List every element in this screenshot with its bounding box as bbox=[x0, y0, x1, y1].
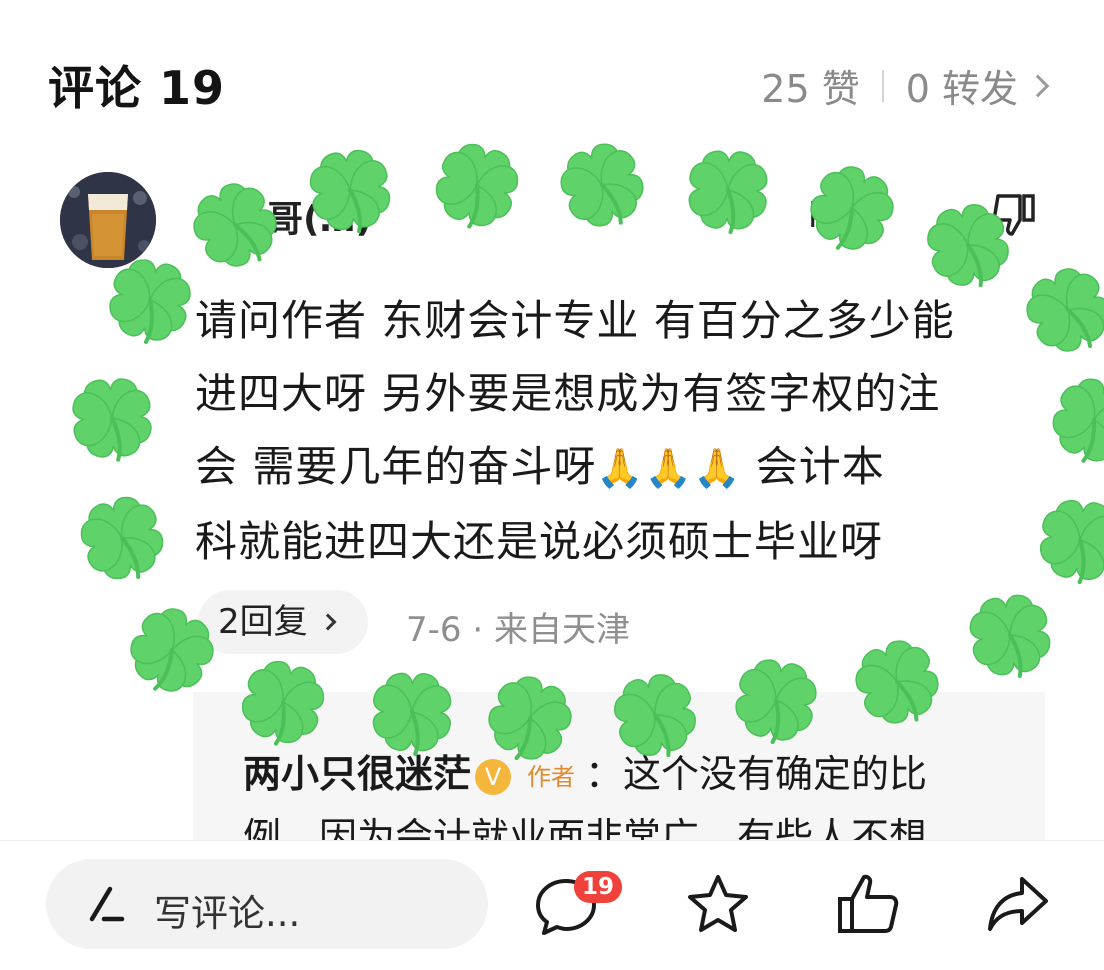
clover-icon bbox=[1052, 378, 1104, 463]
clover-icon bbox=[1039, 499, 1104, 585]
header-stats[interactable]: 25 赞 0 转发 bbox=[761, 58, 1050, 113]
reply-count: 2回复 bbox=[218, 602, 308, 642]
comment-line: 请问作者 东财会计专业 有百分之多少能 bbox=[195, 296, 955, 345]
thumbs-down-icon[interactable] bbox=[990, 190, 1040, 240]
comment-location: · 来自天津 bbox=[472, 610, 630, 650]
clover-icon bbox=[109, 259, 191, 344]
comment-line-text: 会计本 bbox=[741, 442, 885, 491]
view-replies-button[interactable]: 2回复 bbox=[198, 590, 368, 654]
comment-line: 科就能进四大还是说必须硕士毕业呀 bbox=[195, 517, 884, 566]
write-comment-placeholder: 写评论... bbox=[154, 892, 301, 935]
write-comment-input[interactable]: 写评论... bbox=[46, 859, 488, 949]
stats-divider bbox=[881, 69, 884, 102]
shares-count: 0 转发 bbox=[905, 67, 1018, 111]
comment-like-button[interactable]: ⅰ♪赞 bbox=[808, 188, 873, 237]
comment-count-badge: 19 bbox=[574, 871, 623, 903]
comment-date: 7-6 bbox=[406, 610, 462, 650]
comment-meta: 7-6 · 来自天津 bbox=[406, 602, 630, 651]
chevron-right-icon bbox=[1026, 74, 1050, 97]
clover-icon bbox=[80, 496, 164, 580]
pen-icon bbox=[89, 886, 125, 922]
clover-icon bbox=[72, 378, 152, 462]
author-tag: 作者 bbox=[527, 762, 576, 791]
share-icon[interactable] bbox=[984, 871, 1052, 937]
pray-emoji: 🙏 bbox=[596, 446, 645, 490]
clover-icon bbox=[688, 150, 768, 235]
star-icon[interactable] bbox=[684, 871, 752, 937]
reply-author[interactable]: 两小只很迷茫 bbox=[243, 752, 471, 796]
bottom-action-bar: 写评论... 19 bbox=[0, 840, 1104, 970]
comments-header: 评论 19 25 赞 0 转发 bbox=[0, 0, 1104, 160]
chevron-right-icon bbox=[319, 613, 337, 631]
likes-count: 25 赞 bbox=[761, 67, 860, 111]
reply-preview[interactable]: 两小只很迷茫 V 作者 ：这个没有确定的比例，因为会计就业面非常广，有些人不想 bbox=[193, 692, 1045, 842]
comment-line: 进四大呀 另外要是想成为有签字权的注 bbox=[195, 369, 941, 418]
pray-emoji: 🙏 bbox=[693, 446, 742, 490]
avatar[interactable] bbox=[60, 172, 156, 268]
clover-icon bbox=[969, 594, 1051, 679]
comment-line: 会 需要几年的奋斗呀🙏🙏🙏 会计本 bbox=[195, 430, 1045, 505]
verified-badge-icon: V bbox=[475, 758, 512, 795]
comment-line-text: 会 需要几年的奋斗呀 bbox=[195, 442, 597, 491]
thumbs-up-icon[interactable] bbox=[834, 871, 902, 937]
reply-text-block: 两小只很迷茫 V 作者 ：这个没有确定的比例，因为会计就业面非常广，有些人不想 bbox=[243, 744, 1003, 842]
comment-body: 请问作者 东财会计专业 有百分之多少能 进四大呀 另外要是想成为有签字权的注 会… bbox=[195, 284, 1045, 578]
comments-title: 评论 19 bbox=[48, 61, 226, 115]
comment-author[interactable]: ヽ…哥(…) bbox=[195, 190, 372, 242]
pray-emoji: 🙏 bbox=[644, 446, 694, 490]
